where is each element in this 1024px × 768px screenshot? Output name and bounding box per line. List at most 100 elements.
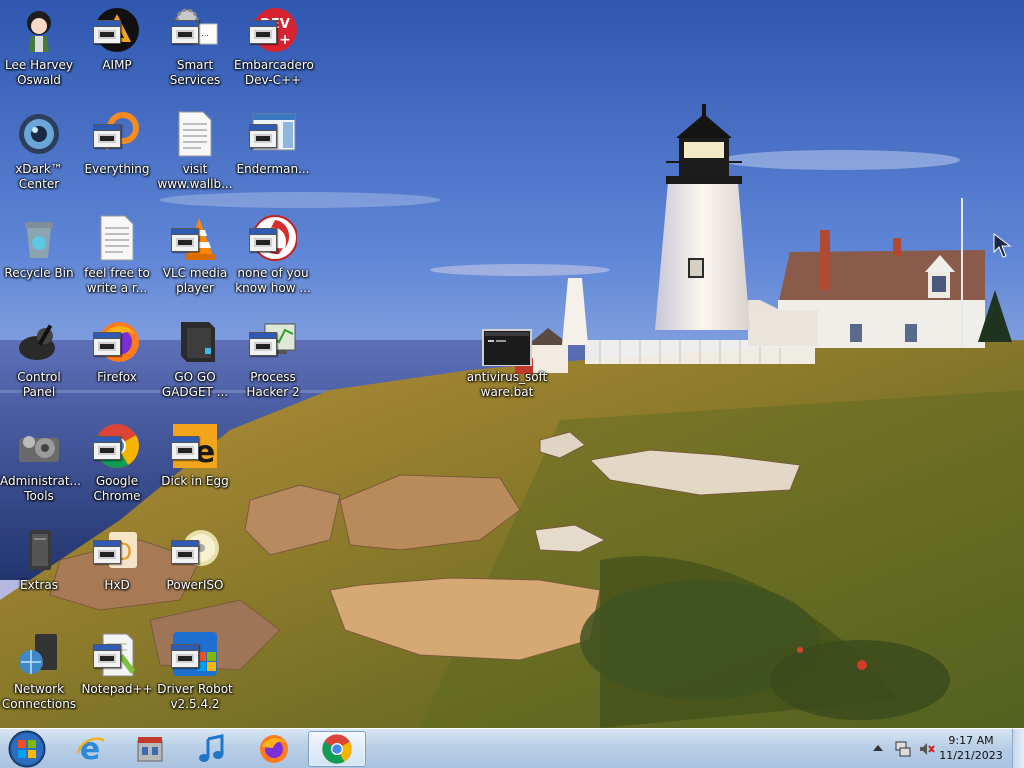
firefox-icon xyxy=(93,318,141,366)
desktop-icon-network-connections[interactable]: Network Connections xyxy=(0,624,78,724)
desktop-icon-label: Everything xyxy=(84,162,150,176)
desktop-icon-label: visit www.wallb... xyxy=(157,162,233,191)
computer-case-icon xyxy=(171,318,219,366)
shortcut-window-icon xyxy=(249,124,277,148)
desktop-icon-label: Dick in Egg xyxy=(161,474,229,488)
taskbar-chrome[interactable] xyxy=(308,731,366,767)
clock[interactable]: 9:17 AM 11/21/2023 xyxy=(936,733,1006,763)
desktop-icon-feel-free[interactable]: feel free to write a r... xyxy=(78,208,156,308)
desktop-icon-label: Control Panel xyxy=(17,370,61,399)
desktop-icon-hxd[interactable]: D HxD xyxy=(78,520,156,620)
internet-explorer-icon: e xyxy=(76,733,105,765)
desktop-icon-label: Process Hacker 2 xyxy=(246,370,300,399)
gears-icon: ... xyxy=(171,6,219,54)
desktop-icon-vlc[interactable]: VLC media player xyxy=(156,208,234,308)
desktop-icon-process-hacker[interactable]: Process Hacker 2 xyxy=(234,312,312,412)
desktop-icon-embarcadero-dev-cpp[interactable]: DEV+ Embarcadero Dev-C++ xyxy=(234,0,314,100)
control-panel-icon xyxy=(15,318,63,366)
show-desktop-button[interactable] xyxy=(1012,729,1024,768)
red-swirl-icon xyxy=(249,214,297,262)
desktop-icon-label: HxD xyxy=(104,578,130,592)
shortcut-window-icon xyxy=(93,644,121,668)
speaker-muted-icon[interactable] xyxy=(918,740,936,758)
shortcut-window-icon xyxy=(93,332,121,356)
svg-text:...: ... xyxy=(201,29,209,38)
devcpp-icon: DEV+ xyxy=(249,6,297,54)
desktop-icon-none-of-you[interactable]: none of you know how ... xyxy=(234,208,312,308)
text-document-icon xyxy=(171,110,219,158)
desktop-icon-antivirus-bat[interactable]: antivirus_software.bat xyxy=(467,312,547,412)
start-button[interactable] xyxy=(4,730,50,768)
desktop-icon-lee-harvey-oswald[interactable]: Lee Harvey Oswald xyxy=(0,0,78,100)
desktop-icon-label: Notepad++ xyxy=(81,682,153,696)
desktop-icon-extras[interactable]: Extras xyxy=(0,520,78,620)
clock-time: 9:17 AM xyxy=(948,734,994,747)
windows-orb-icon xyxy=(8,730,46,768)
taskbar-internet-explorer[interactable]: e xyxy=(62,731,118,767)
shortcut-window-icon xyxy=(171,436,199,460)
system-tray: 9:17 AM 11/21/2023 xyxy=(864,729,1024,768)
shortcut-window-icon xyxy=(93,124,121,148)
svg-text:+: + xyxy=(279,32,291,48)
batch-file-icon xyxy=(482,318,532,366)
desktop-icon-everything[interactable]: Everything xyxy=(78,104,156,204)
desktop-icon-aimp[interactable]: AIMP xyxy=(78,0,156,100)
music-note-icon xyxy=(199,734,224,762)
desktop-icon-go-go-gadget[interactable]: GO GO GADGET ... xyxy=(156,312,234,412)
desktop-icon-label: Enderman... xyxy=(236,162,310,176)
recycle-bin-icon xyxy=(15,214,63,262)
show-hidden-icons-icon[interactable] xyxy=(872,743,884,753)
desktop-icon-label: PowerISO xyxy=(166,578,224,592)
desktop-icon-label: Google Chrome xyxy=(93,474,141,503)
desktop-icon-label: GO GO GADGET ... xyxy=(161,370,229,399)
desktop-icon-label: VLC media player xyxy=(162,266,228,295)
everything-search-icon xyxy=(93,110,141,158)
desktop-icon-enderman[interactable]: Enderman... xyxy=(234,104,312,204)
shortcut-window-icon xyxy=(171,644,199,668)
desktop-icon-label: none of you know how ... xyxy=(235,266,311,295)
store-icon xyxy=(137,737,163,762)
desktop-icon-firefox[interactable]: Firefox xyxy=(78,312,156,412)
shortcut-window-icon xyxy=(249,20,277,44)
desktop-icon-label: Driver Robot v2.5.4.2 xyxy=(157,682,233,711)
shortcut-window-icon xyxy=(171,540,199,564)
shortcut-window-icon xyxy=(249,332,277,356)
process-hacker-icon xyxy=(249,318,297,366)
desktop-icon-visit-wallb[interactable]: visit www.wallb... xyxy=(156,104,234,204)
extras-folder-icon xyxy=(15,526,63,574)
orange-e-icon: e xyxy=(171,422,219,470)
desktop-icon-label: Recycle Bin xyxy=(4,266,74,280)
chrome-icon xyxy=(93,422,141,470)
desktop-icon-label: Firefox xyxy=(97,370,137,384)
aimp-icon xyxy=(93,6,141,54)
shortcut-window-icon xyxy=(93,540,121,564)
taskbar-firefox[interactable] xyxy=(246,731,302,767)
desktop-icon-driver-robot[interactable]: Driver Robot v2.5.4.2 xyxy=(156,624,234,724)
clock-date: 11/21/2023 xyxy=(939,749,1003,762)
shortcut-window-icon xyxy=(93,436,121,460)
taskbar-store[interactable] xyxy=(122,731,178,767)
desktop-icon-notepad-plus-plus[interactable]: Notepad++ xyxy=(78,624,156,724)
desktop-icon-dick-in-egg[interactable]: e Dick in Egg xyxy=(156,416,234,516)
shortcut-window-icon xyxy=(171,20,199,44)
taskbar-media-player[interactable] xyxy=(184,731,240,767)
desktop-icon-smart-services[interactable]: ... Smart Services xyxy=(156,0,234,100)
text-document-icon xyxy=(93,214,141,262)
window-shortcut-icon xyxy=(249,110,297,158)
desktop-icon-google-chrome[interactable]: Google Chrome xyxy=(78,416,156,516)
hxd-icon: D xyxy=(93,526,141,574)
desktop-icon-recycle-bin[interactable]: Recycle Bin xyxy=(0,208,78,308)
disc-icon xyxy=(171,526,219,574)
desktop-icon-control-panel[interactable]: Control Panel xyxy=(0,312,78,412)
chrome-icon xyxy=(322,734,352,764)
driver-robot-icon xyxy=(171,630,219,678)
desktop-icon-label: Administrat... Tools xyxy=(0,474,81,503)
desktop-icon-label: xDark™ Center xyxy=(15,162,63,191)
desktop-icon-poweriso[interactable]: PowerISO xyxy=(156,520,234,620)
desktop-icon-administrative-tools[interactable]: Administrat... Tools xyxy=(0,416,81,516)
network-tray-icon[interactable] xyxy=(894,740,912,758)
desktop-icon-label: Extras xyxy=(20,578,58,592)
anime-character-icon xyxy=(15,6,63,54)
desktop-icon-xdark-center[interactable]: xDark™ Center xyxy=(0,104,78,204)
desktop-icon-label: AIMP xyxy=(102,58,132,72)
